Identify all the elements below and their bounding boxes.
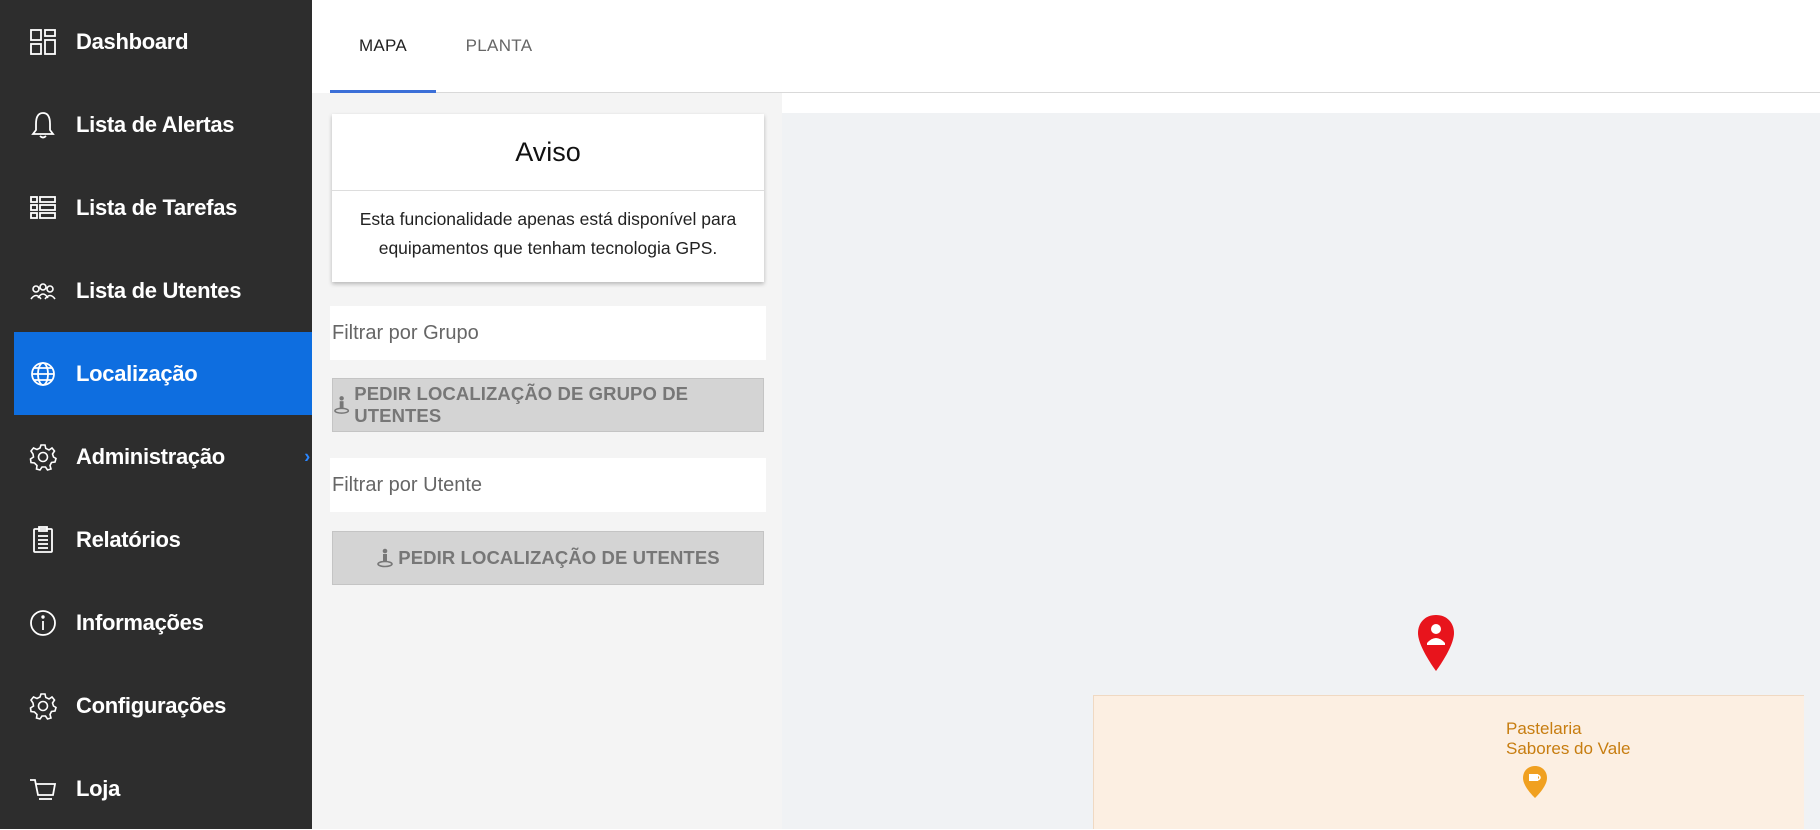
sidebar-item-label: Lista de Utentes bbox=[76, 277, 242, 303]
tab-label: MAPA bbox=[358, 36, 408, 55]
sidebar-item-users[interactable]: Lista de Utentes bbox=[14, 249, 312, 332]
bell-icon bbox=[26, 108, 60, 142]
sidebar-item-label: Localização bbox=[76, 360, 198, 386]
sidebar-item-information[interactable]: Informações bbox=[14, 581, 312, 664]
sidebar-item-label: Administração bbox=[76, 443, 225, 469]
user-location-pin-icon[interactable] bbox=[1416, 613, 1456, 675]
user-filter-input[interactable] bbox=[330, 458, 766, 512]
request-group-location-button[interactable]: PEDIR LOCALIZAÇÃO DE GRUPO DE UTENTES bbox=[332, 378, 764, 432]
report-icon bbox=[26, 523, 60, 557]
notice-body: Esta funcionalidade apenas está disponív… bbox=[359, 209, 737, 258]
tab-bar: MAPA PLANTA bbox=[330, 0, 1820, 93]
sidebar-item-label: Lista de Alertas bbox=[76, 111, 235, 137]
sidebar-item-label: Relatórios bbox=[76, 526, 181, 552]
poi-name-line1: Pastelaria bbox=[1506, 719, 1582, 738]
sidebar-item-label: Configurações bbox=[76, 692, 227, 718]
sidebar-item-settings[interactable]: Configurações bbox=[14, 664, 312, 747]
sidebar-item-alerts[interactable]: Lista de Alertas bbox=[14, 83, 312, 166]
task-list-icon bbox=[26, 191, 60, 225]
tab-planta[interactable]: PLANTA bbox=[436, 0, 562, 92]
sidebar: Dashboard Lista de Alertas Lista de Tare… bbox=[0, 0, 312, 829]
map-building-area bbox=[1093, 695, 1804, 829]
cart-icon bbox=[26, 772, 60, 806]
map-view[interactable]: Pastelaria Sabores do Vale bbox=[782, 113, 1820, 829]
chevron-right-icon: › bbox=[304, 446, 310, 466]
tab-label: PLANTA bbox=[465, 36, 533, 55]
sidebar-item-location[interactable]: Localização bbox=[14, 332, 312, 415]
sidebar-item-tasks[interactable]: Lista de Tarefas bbox=[14, 166, 312, 249]
dashboard-icon bbox=[26, 25, 60, 59]
sidebar-item-label: Informações bbox=[76, 609, 204, 635]
sidebar-item-reports[interactable]: Relatórios bbox=[14, 498, 312, 581]
person-location-icon bbox=[334, 396, 350, 414]
gear-icon bbox=[26, 689, 60, 723]
sidebar-item-dashboard[interactable]: Dashboard bbox=[14, 0, 312, 83]
tab-mapa[interactable]: MAPA bbox=[330, 0, 436, 93]
request-user-location-button[interactable]: PEDIR LOCALIZAÇÃO DE UTENTES bbox=[332, 531, 764, 585]
poi-name-line2: Sabores do Vale bbox=[1506, 739, 1631, 758]
person-location-icon bbox=[377, 548, 394, 568]
users-icon bbox=[26, 274, 60, 308]
globe-icon bbox=[26, 357, 60, 391]
sidebar-item-label: Loja bbox=[76, 775, 121, 801]
notice-card: Aviso Esta funcionalidade apenas está di… bbox=[332, 114, 764, 282]
sidebar-item-shop[interactable]: Loja bbox=[14, 747, 312, 830]
button-label: PEDIR LOCALIZAÇÃO DE UTENTES bbox=[398, 547, 720, 568]
sidebar-item-label: Dashboard bbox=[76, 28, 189, 54]
poi-label[interactable]: Pastelaria Sabores do Vale bbox=[1506, 719, 1630, 759]
sidebar-item-administration[interactable]: Administração › bbox=[14, 415, 312, 498]
gear-icon bbox=[26, 440, 60, 474]
info-icon bbox=[26, 606, 60, 640]
group-filter-input[interactable] bbox=[330, 306, 766, 360]
notice-title: Aviso bbox=[332, 114, 764, 191]
sidebar-item-label: Lista de Tarefas bbox=[76, 194, 238, 220]
button-label: PEDIR LOCALIZAÇÃO DE GRUPO DE UTENTES bbox=[354, 383, 689, 426]
cafe-marker-icon[interactable] bbox=[1522, 765, 1548, 799]
